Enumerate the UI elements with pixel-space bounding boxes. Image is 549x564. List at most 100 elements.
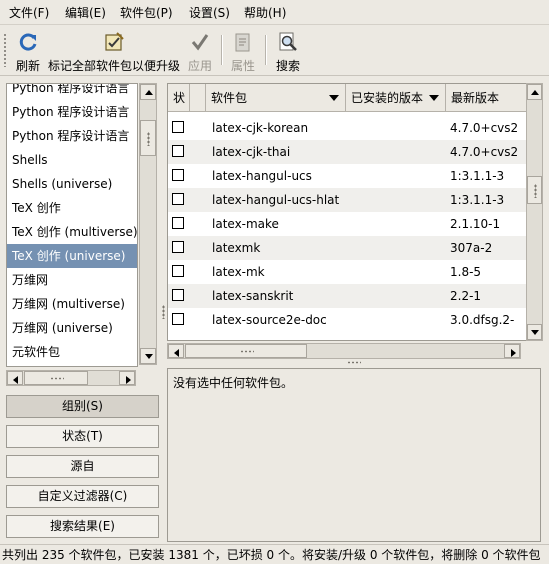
menu-edit[interactable]: 编辑(E) [65, 4, 106, 21]
package-checkbox[interactable] [172, 265, 184, 277]
latest-version: 3.0.dfsg.2- [450, 313, 515, 327]
latest-version: 4.7.0+cvs2 [450, 145, 519, 159]
package-checkbox[interactable] [172, 313, 184, 325]
latest-version: 307a-2 [450, 241, 493, 255]
column-header-installed[interactable]: 已安装的版本 [346, 84, 446, 112]
arrow-right-icon [126, 376, 131, 384]
mark-upgrades-label: 标记全部软件包以便升级 [47, 59, 180, 73]
column-header-installed-label: 已安装的版本 [351, 91, 424, 105]
section-item[interactable]: TeX 创作 (multiverse) [7, 220, 137, 244]
latest-version: 1:3.1.1-3 [450, 169, 505, 183]
checkmark-icon [191, 34, 209, 51]
column-header-package-label: 软件包 [211, 91, 248, 105]
mark-all-upgrades-button[interactable]: 标记全部软件包以便升级 [47, 27, 181, 73]
menu-file[interactable]: 文件(F) [9, 4, 49, 21]
section-item[interactable]: 万维网 [7, 268, 137, 292]
section-item[interactable]: Python 程序设计语言 [7, 100, 137, 124]
properties-button[interactable]: 属性 [228, 27, 258, 73]
package-table[interactable]: 状 软件包 已安装的版本 最新版本 latex-cjk-korean 4.7.0+… [167, 83, 541, 341]
section-item[interactable]: 元软件包 [7, 340, 137, 364]
scroll-down-button[interactable] [527, 324, 542, 340]
section-item[interactable]: Shells [7, 148, 137, 172]
package-checkbox[interactable] [172, 121, 184, 133]
menu-settings[interactable]: 设置(S) [189, 4, 230, 21]
search-button[interactable]: 搜索 [272, 27, 304, 73]
latest-version: 4.7.0+cvs2 [450, 121, 519, 135]
toolbar-grip[interactable] [3, 33, 7, 67]
arrow-up-icon [145, 90, 153, 95]
origin-button[interactable]: 源自 [6, 455, 159, 478]
package-checkbox[interactable] [172, 217, 184, 229]
scroll-left-button[interactable] [7, 371, 23, 385]
arrow-down-icon [531, 330, 539, 335]
scroll-thumb[interactable] [185, 344, 307, 358]
table-row[interactable]: latex-mk 1.8-5 [168, 260, 540, 284]
search-results-button[interactable]: 搜索结果(E) [6, 515, 159, 538]
table-row[interactable]: latex-sanskrit 2.2-1 [168, 284, 540, 308]
refresh-button[interactable]: 刷新 [11, 27, 45, 73]
package-name: latex-mk [212, 265, 265, 279]
table-row[interactable]: latex-source2e-doc 3.0.dfsg.2- [168, 308, 540, 332]
menu-package[interactable]: 软件包(P) [120, 4, 173, 21]
arrow-left-icon [13, 376, 18, 384]
package-checkbox[interactable] [172, 145, 184, 157]
package-name: latex-hangul-ucs [212, 169, 312, 183]
package-description-panel: 没有选中任何软件包。 [167, 368, 541, 542]
section-list-vscrollbar[interactable] [139, 83, 157, 365]
scroll-up-button[interactable] [527, 84, 542, 100]
package-checkbox[interactable] [172, 193, 184, 205]
package-checkbox[interactable] [172, 241, 184, 253]
section-item[interactable]: Python 程序设计语言 [7, 124, 137, 148]
refresh-icon [19, 33, 37, 51]
toolbar-separator [221, 35, 223, 65]
toolbar: 刷新 标记全部软件包以便升级 应用 属性 搜索 [0, 25, 549, 76]
table-row[interactable]: latex-cjk-korean 4.7.0+cvs2 [168, 116, 540, 140]
package-name: latex-cjk-thai [212, 145, 291, 159]
apply-label: 应用 [187, 59, 212, 73]
table-row[interactable]: latex-hangul-ucs-hlat 1:3.1.1-3 [168, 188, 540, 212]
section-item[interactable]: 万维网 (universe) [7, 316, 137, 340]
table-row[interactable]: latexmk 307a-2 [168, 236, 540, 260]
latest-version: 2.1.10-1 [450, 217, 501, 231]
column-header-status[interactable]: 状 [168, 84, 190, 112]
scroll-thumb[interactable] [527, 176, 542, 204]
section-item[interactable]: TeX 创作 (universe) [7, 244, 137, 268]
package-checkbox[interactable] [172, 169, 184, 181]
scroll-down-button[interactable] [140, 348, 156, 364]
groups-button[interactable]: 组别(S) [6, 395, 159, 418]
table-row[interactable]: latex-make 2.1.10-1 [168, 212, 540, 236]
table-row[interactable]: latex-cjk-thai 4.7.0+cvs2 [168, 140, 540, 164]
scroll-right-button[interactable] [119, 371, 135, 385]
section-item[interactable]: Python 程序设计语言 [7, 84, 137, 100]
section-item[interactable]: Shells (universe) [7, 172, 137, 196]
custom-filter-button[interactable]: 自定义过滤器(C) [6, 485, 159, 508]
table-row[interactable]: latex-hangul-ucs 1:3.1.1-3 [168, 164, 540, 188]
scroll-thumb[interactable] [24, 371, 88, 385]
apply-button[interactable]: 应用 [185, 27, 215, 73]
section-item[interactable]: 万维网 (multiverse) [7, 292, 137, 316]
section-item[interactable]: TeX 创作 [7, 196, 137, 220]
menubar: 文件(F) 编辑(E) 软件包(P) 设置(S) 帮助(H) [0, 0, 549, 25]
scroll-left-button[interactable] [168, 344, 184, 358]
grip-icon [534, 184, 537, 198]
latest-version: 1:3.1.1-3 [450, 193, 505, 207]
section-list-hscrollbar[interactable] [6, 370, 136, 386]
status-button[interactable]: 状态(T) [6, 425, 159, 448]
package-checkbox[interactable] [172, 289, 184, 301]
scroll-right-button[interactable] [504, 344, 520, 358]
package-table-hscrollbar[interactable] [167, 343, 521, 359]
horizontal-pane-handle[interactable] [167, 360, 544, 366]
scroll-up-button[interactable] [140, 84, 156, 100]
package-table-vscrollbar[interactable] [526, 83, 543, 341]
menu-help[interactable]: 帮助(H) [244, 4, 286, 21]
package-name: latex-sanskrit [212, 289, 294, 303]
toolbar-separator [265, 35, 267, 65]
latest-version: 2.2-1 [450, 289, 482, 303]
section-list[interactable]: Python 程序设计语言 Python 程序设计语言 Python 程序设计语言 S… [6, 83, 138, 367]
column-header-package[interactable]: 软件包 [206, 84, 346, 112]
scroll-thumb[interactable] [140, 120, 156, 156]
sort-arrow-icon [429, 95, 439, 101]
latest-version: 1.8-5 [450, 265, 482, 279]
search-icon [279, 32, 297, 51]
package-name: latex-source2e-doc [212, 313, 327, 327]
